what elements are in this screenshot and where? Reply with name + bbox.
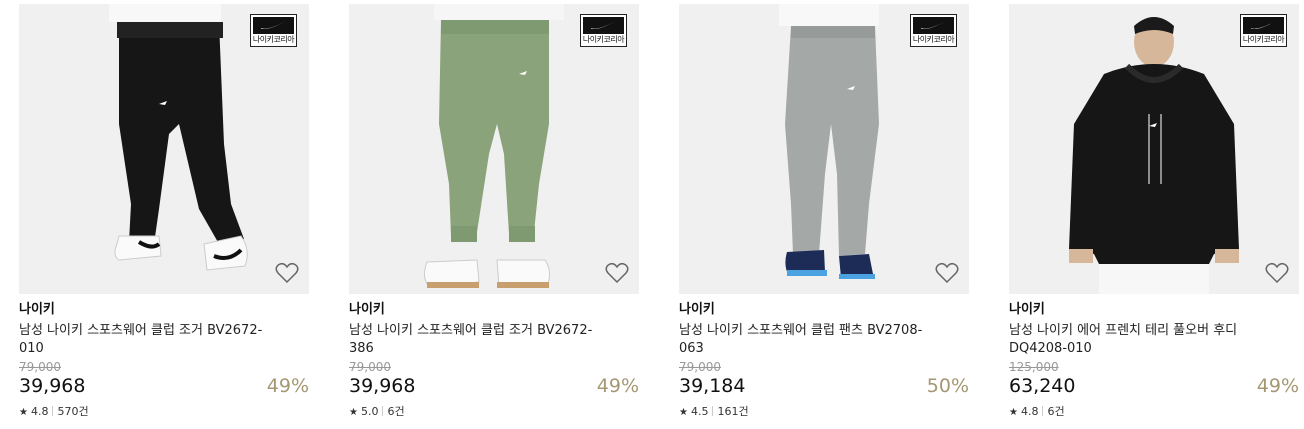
heart-outline-icon[interactable] <box>1265 262 1289 284</box>
original-price: 125,000 <box>1009 360 1059 374</box>
sale-price: 39,184 <box>679 375 746 397</box>
badge-label: 나이키코리아 <box>1242 35 1285 44</box>
review-count: 6건 <box>1047 405 1065 418</box>
discount-rate: 50% <box>926 375 969 397</box>
discount-rate: 49% <box>1256 375 1299 397</box>
brand-badge: 나이키코리아 <box>250 14 297 47</box>
product-card[interactable]: 나이키코리아 나이키 남성 나이키 스포츠웨어 클럽 조거 BV2672-010… <box>19 4 309 429</box>
rating-value: 4.8 <box>1020 405 1039 418</box>
rating-row: ★ 4.5 161건 <box>679 404 749 421</box>
product-image[interactable]: 나이키코리아 <box>679 4 969 294</box>
product-photo-grey-pants <box>679 4 969 294</box>
badge-label: 나이키코리아 <box>582 35 625 44</box>
divider <box>382 406 384 416</box>
swoosh-icon <box>253 17 294 34</box>
sale-price: 39,968 <box>349 375 416 397</box>
rating-row: ★ 4.8 570건 <box>19 404 89 421</box>
swoosh-icon <box>583 17 624 34</box>
divider <box>1042 406 1044 416</box>
review-count: 6건 <box>387 405 405 418</box>
brand-badge: 나이키코리아 <box>580 14 627 47</box>
swoosh-icon <box>1243 17 1284 34</box>
rating-value: 5.0 <box>360 405 379 418</box>
product-image[interactable]: 나이키코리아 <box>349 4 639 294</box>
product-title[interactable]: 남성 나이키 스포츠웨어 클럽 조거 BV2672-386 <box>349 322 599 358</box>
product-brand[interactable]: 나이키 <box>349 301 385 319</box>
product-title[interactable]: 남성 나이키 스포츠웨어 클럽 조거 BV2672-010 <box>19 322 269 358</box>
brand-badge: 나이키코리아 <box>1240 14 1287 47</box>
product-title[interactable]: 남성 나이키 에어 프렌치 테리 풀오버 후디 DQ4208-010 <box>1009 322 1259 358</box>
badge-label: 나이키코리아 <box>252 35 295 44</box>
heart-outline-icon[interactable] <box>605 262 629 284</box>
star-icon: ★ <box>679 407 688 418</box>
rating-row: ★ 4.8 6건 <box>1009 404 1065 421</box>
product-card[interactable]: 나이키코리아 나이키 남성 나이키 스포츠웨어 클럽 팬츠 BV2708-063… <box>679 4 969 429</box>
rating-value: 4.5 <box>690 405 709 418</box>
discount-rate: 49% <box>596 375 639 397</box>
product-image[interactable]: 나이키코리아 <box>1009 4 1299 294</box>
rating-value: 4.8 <box>30 405 49 418</box>
review-count: 570건 <box>57 405 89 418</box>
sale-price: 39,968 <box>19 375 86 397</box>
swoosh-icon <box>913 17 954 34</box>
original-price: 79,000 <box>19 360 61 374</box>
product-photo-green-jogger <box>349 4 639 294</box>
product-photo-black-jogger <box>19 4 309 294</box>
product-title[interactable]: 남성 나이키 스포츠웨어 클럽 팬츠 BV2708-063 <box>679 322 929 358</box>
heart-outline-icon[interactable] <box>935 262 959 284</box>
badge-label: 나이키코리아 <box>912 35 955 44</box>
product-brand[interactable]: 나이키 <box>19 301 55 319</box>
star-icon: ★ <box>1009 407 1018 418</box>
discount-rate: 49% <box>266 375 309 397</box>
brand-badge: 나이키코리아 <box>910 14 957 47</box>
divider <box>52 406 54 416</box>
product-card[interactable]: 나이키코리아 나이키 남성 나이키 에어 프렌치 테리 풀오버 후디 DQ420… <box>1009 4 1299 429</box>
heart-outline-icon[interactable] <box>275 262 299 284</box>
star-icon: ★ <box>19 407 28 418</box>
sale-price: 63,240 <box>1009 375 1076 397</box>
product-grid: 나이키코리아 나이키 남성 나이키 스포츠웨어 클럽 조거 BV2672-010… <box>0 0 1304 429</box>
product-brand[interactable]: 나이키 <box>1009 301 1045 319</box>
product-image[interactable]: 나이키코리아 <box>19 4 309 294</box>
rating-row: ★ 5.0 6건 <box>349 404 405 421</box>
product-photo-black-hoodie <box>1009 4 1299 294</box>
original-price: 79,000 <box>349 360 391 374</box>
product-card[interactable]: 나이키코리아 나이키 남성 나이키 스포츠웨어 클럽 조거 BV2672-386… <box>349 4 639 429</box>
original-price: 79,000 <box>679 360 721 374</box>
star-icon: ★ <box>349 407 358 418</box>
product-brand[interactable]: 나이키 <box>679 301 715 319</box>
review-count: 161건 <box>717 405 749 418</box>
divider <box>712 406 714 416</box>
